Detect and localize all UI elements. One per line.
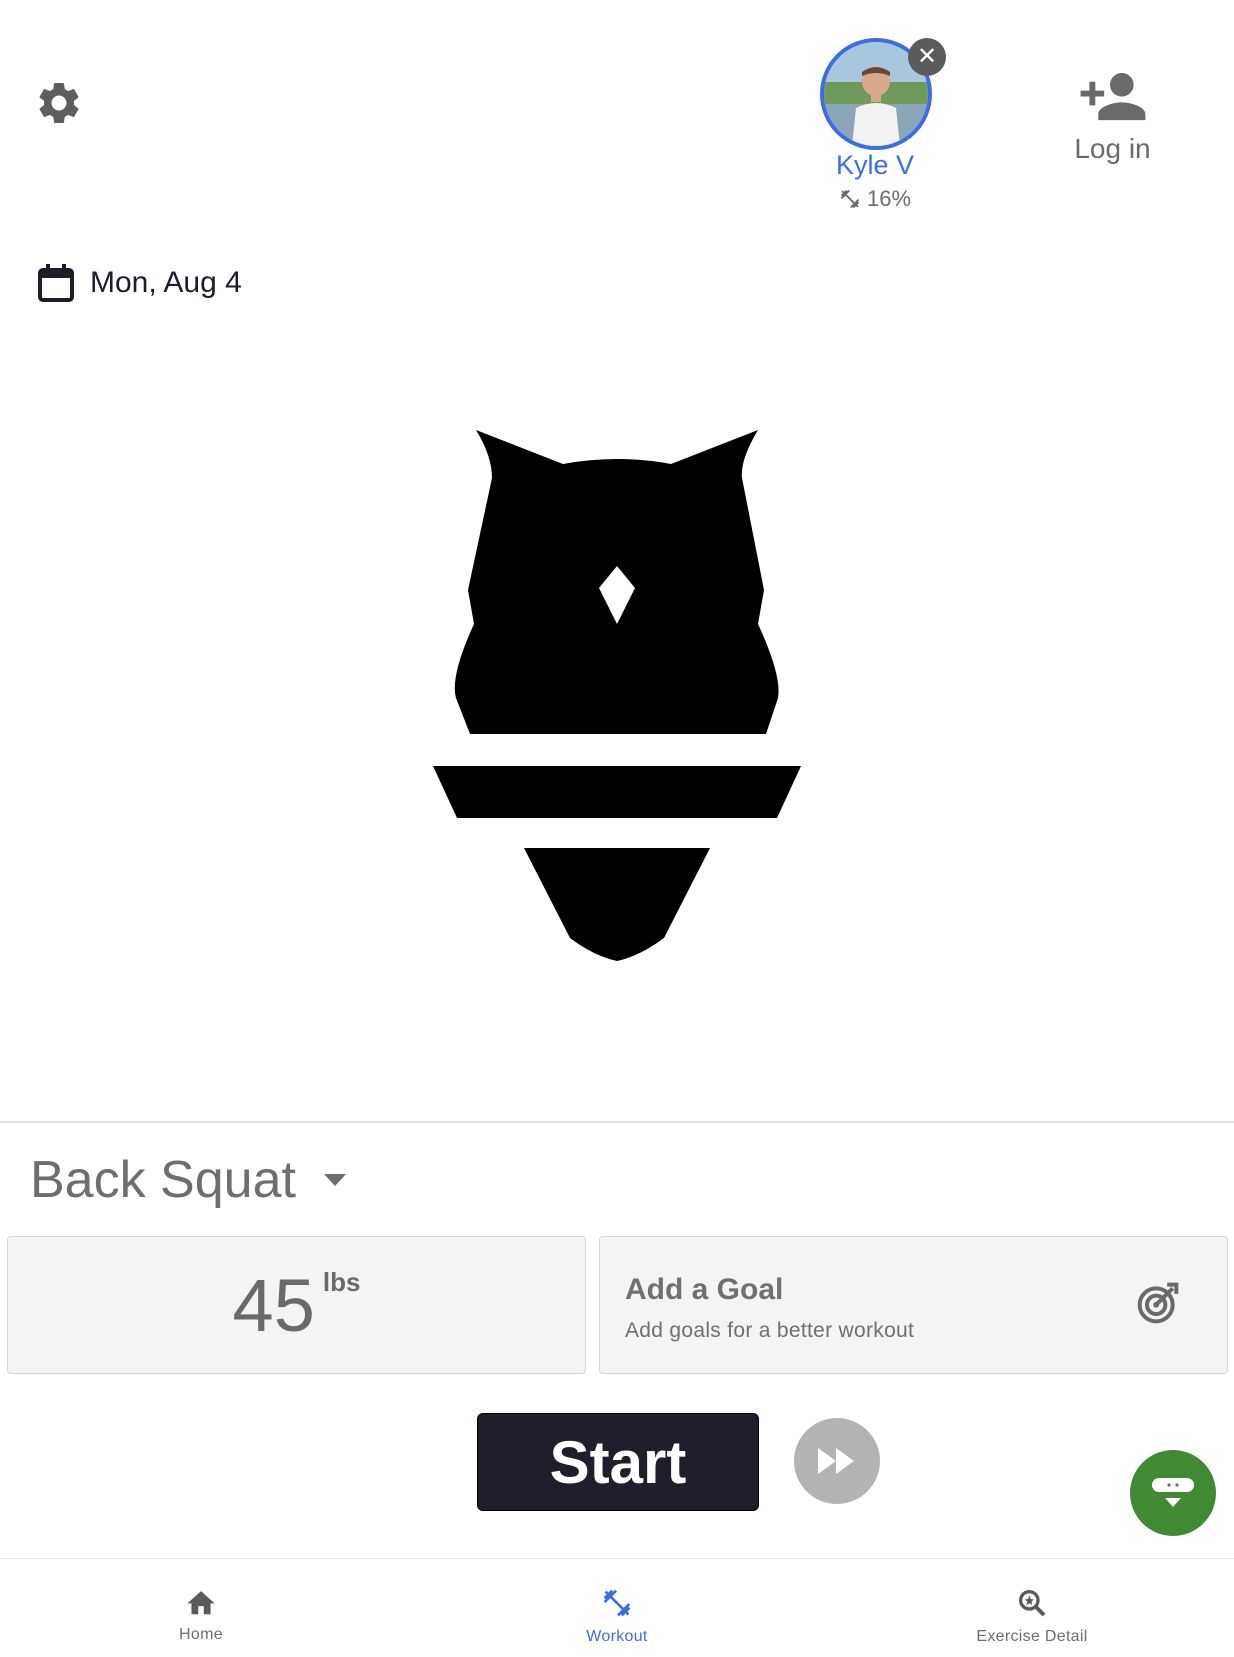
- divider: [0, 1121, 1234, 1123]
- exercise-selector[interactable]: Back Squat: [30, 1150, 348, 1210]
- bottom-navigation: Home Workout Exercise Detail: [0, 1558, 1234, 1657]
- remove-user-button[interactable]: ✕: [908, 38, 946, 76]
- nav-home[interactable]: Home: [101, 1587, 301, 1644]
- date-picker[interactable]: Mon, Aug 4: [36, 262, 242, 304]
- target-icon: [1137, 1282, 1179, 1324]
- close-icon: ✕: [916, 43, 938, 70]
- app-logo: [433, 430, 801, 961]
- search-icon: [1018, 1590, 1046, 1617]
- goal-subtitle: Add goals for a better workout: [625, 1319, 915, 1342]
- fast-forward-icon: [818, 1448, 854, 1474]
- nav-workout-label: Workout: [586, 1628, 648, 1645]
- user-progress: 16%: [790, 186, 960, 212]
- login-label: Log in: [1074, 133, 1151, 164]
- calendar-icon: [38, 264, 74, 302]
- gear-icon: [39, 82, 79, 123]
- add-person-icon: [1080, 72, 1145, 121]
- user-name: Kyle V: [835, 150, 915, 180]
- weight-card[interactable]: 45 lbs: [7, 1236, 586, 1374]
- user-progress-value: 16%: [866, 186, 912, 211]
- home-icon: [187, 1591, 215, 1615]
- nav-home-label: Home: [179, 1626, 223, 1643]
- settings-button[interactable]: [34, 78, 84, 128]
- keyboard-hide-icon: [1152, 1478, 1194, 1507]
- nav-exercise-detail[interactable]: Exercise Detail: [932, 1587, 1132, 1646]
- dumbbell-icon: [603, 1589, 631, 1617]
- fab-button[interactable]: [1130, 1450, 1216, 1536]
- date-label: Mon, Aug 4: [90, 266, 242, 299]
- weight-value: 45: [232, 1263, 315, 1347]
- nav-exercise-detail-label: Exercise Detail: [976, 1628, 1088, 1645]
- weight-unit: lbs: [322, 1267, 361, 1297]
- chevron-down-icon: [323, 1174, 346, 1186]
- exercise-name: Back Squat: [30, 1151, 296, 1209]
- login-button[interactable]: Log in: [1060, 70, 1165, 165]
- goal-title: Add a Goal: [625, 1273, 784, 1306]
- start-button[interactable]: Start: [477, 1413, 759, 1511]
- dumbbell-icon: [840, 189, 860, 209]
- add-goal-card[interactable]: Add a Goal Add goals for a better workou…: [599, 1236, 1228, 1374]
- skip-button[interactable]: [794, 1418, 880, 1504]
- nav-workout[interactable]: Workout: [517, 1587, 717, 1646]
